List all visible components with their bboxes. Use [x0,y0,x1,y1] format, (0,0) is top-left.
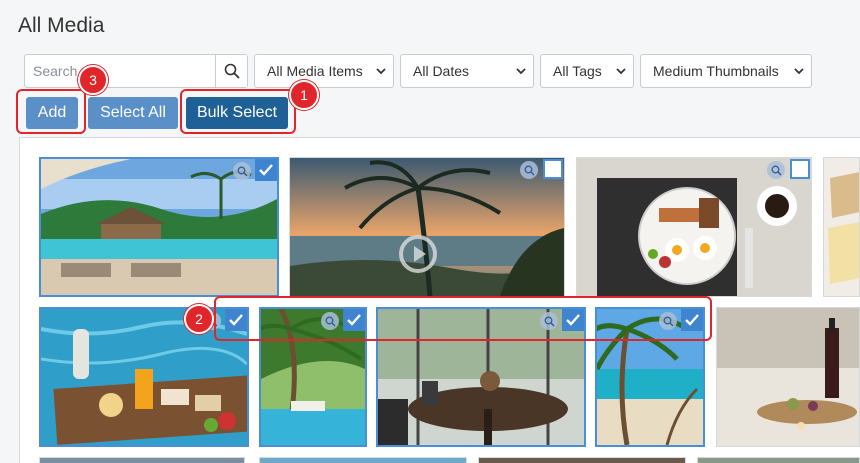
media-type-select[interactable]: All Media Items [254,54,394,88]
unselected-checkbox[interactable] [543,159,563,179]
thumbnail-size-value: Medium Thumbnails [653,63,779,79]
media-item-pool-resort[interactable] [39,157,279,297]
cheese-crackers-image [824,158,859,296]
search-box [24,54,248,88]
dates-select[interactable]: All Dates [400,54,534,88]
media-item-row3-d[interactable] [697,457,860,463]
chevron-down-icon [376,68,386,75]
search-button[interactable] [215,55,247,87]
zoom-icon[interactable] [520,161,538,179]
callout-box-bulk-select [180,89,296,134]
palm-sunset-image [290,158,564,296]
media-item-row3-b[interactable] [259,457,467,463]
search-input[interactable] [25,55,215,87]
chevron-down-icon [794,68,804,75]
wine-table-image [717,308,859,446]
media-item-wine-table[interactable] [716,307,860,447]
search-icon [224,63,239,79]
chevron-down-icon [516,68,526,75]
media-type-value: All Media Items [267,63,363,79]
play-icon[interactable] [398,234,438,274]
media-item-breakfast-plate[interactable] [576,157,812,297]
tags-select[interactable]: All Tags [540,54,634,88]
select-all-button[interactable]: Select All [88,97,178,129]
media-item-row3-a[interactable] [39,457,245,463]
callout-box-checkboxes [214,296,712,341]
callout-badge-2: 2 [184,304,214,334]
callout-badge-1: 1 [289,80,319,110]
zoom-icon[interactable] [233,162,251,180]
page-title: All Media [18,14,105,37]
unselected-checkbox[interactable] [790,159,810,179]
check-icon [259,164,273,176]
media-item-row3-c[interactable] [478,457,686,463]
chevron-down-icon [616,68,626,75]
thumbnail-size-select[interactable]: Medium Thumbnails [640,54,812,88]
dates-value: All Dates [413,63,470,79]
media-item-cheese-crackers[interactable] [823,157,860,297]
media-item-palm-sunset-video[interactable] [289,157,565,297]
callout-box-add [16,89,86,134]
callout-badge-3: 3 [78,65,108,95]
tags-value: All Tags [553,63,602,79]
selected-checkbox[interactable] [255,159,277,181]
zoom-icon[interactable] [767,161,785,179]
